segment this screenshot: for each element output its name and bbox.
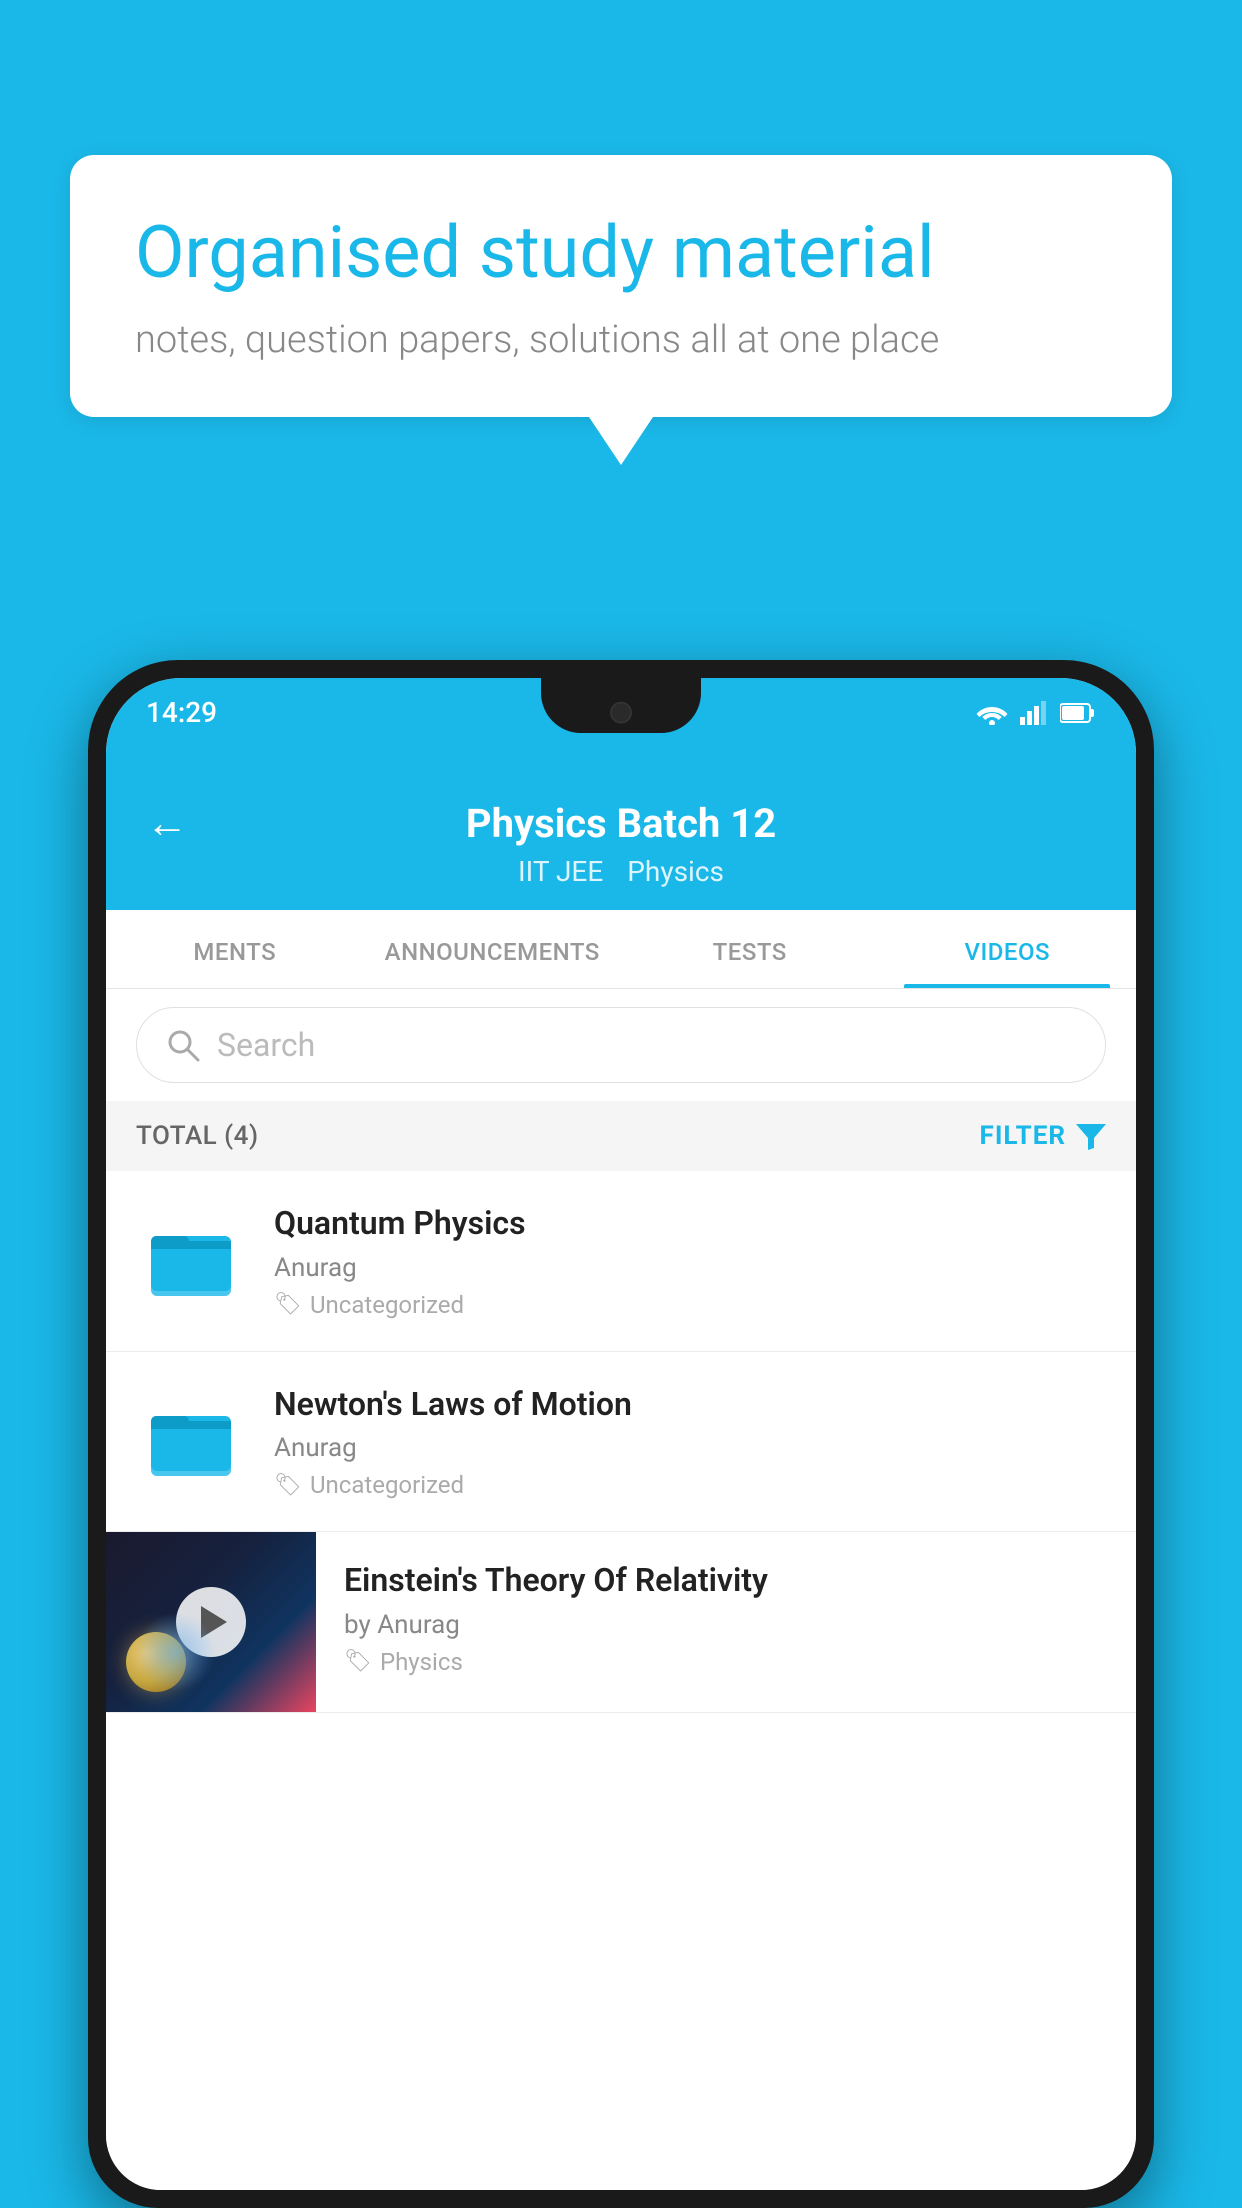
bubble-title: Organised study material (135, 210, 1107, 296)
speech-bubble-card: Organised study material notes, question… (70, 155, 1172, 417)
back-button[interactable]: ← (146, 799, 188, 848)
video-tags-einstein: 🏷 Physics (344, 1648, 1108, 1676)
video-author-newton: Anurag (274, 1433, 1106, 1463)
header-top: ← Physics Batch 12 (146, 800, 1096, 847)
tag-icon: 🏷 (274, 1292, 302, 1317)
search-icon (165, 1027, 201, 1063)
status-time: 14:29 (146, 696, 217, 729)
list-item[interactable]: Newton's Laws of Motion Anurag 🏷 Uncateg… (106, 1352, 1136, 1533)
video-author-einstein: by Anurag (344, 1610, 1108, 1640)
tag-icon: 🏷 (274, 1473, 302, 1498)
list-item[interactable]: Quantum Physics Anurag 🏷 Uncategorized (106, 1171, 1136, 1352)
search-box[interactable]: Search (136, 1007, 1106, 1083)
tab-videos[interactable]: VIDEOS (879, 910, 1137, 988)
tab-announcements[interactable]: ANNOUNCEMENTS (364, 910, 622, 988)
folder-icon (146, 1216, 236, 1306)
video-list: Quantum Physics Anurag 🏷 Uncategorized (106, 1171, 1136, 2190)
phone-screen: 14:29 (106, 678, 1136, 2190)
phone-notch (541, 678, 701, 733)
tab-ments[interactable]: MENTS (106, 910, 364, 988)
status-icons (976, 701, 1096, 725)
total-count: TOTAL (4) (136, 1121, 259, 1151)
video-thumbnail-einstein (106, 1532, 316, 1712)
video-title-einstein: Einstein's Theory Of Relativity (344, 1560, 1108, 1602)
tag-icon: 🏷 (344, 1649, 372, 1674)
tabs-bar: MENTS ANNOUNCEMENTS TESTS VIDEOS (106, 910, 1136, 989)
phone-outer-shell: 14:29 (88, 660, 1154, 2208)
list-item[interactable]: Einstein's Theory Of Relativity by Anura… (106, 1532, 1136, 1713)
bubble-subtitle: notes, question papers, solutions all at… (135, 318, 1107, 362)
header-tag-iitjee: IIT JEE (518, 855, 603, 888)
video-tag-newton: Uncategorized (310, 1471, 464, 1499)
filter-label: FILTER (980, 1121, 1066, 1151)
folder-thumbnail-newton (136, 1386, 246, 1496)
video-title-quantum: Quantum Physics (274, 1203, 1106, 1245)
wifi-icon (976, 701, 1008, 725)
glow-graphic (136, 1612, 216, 1692)
header-tags: IIT JEE Physics (518, 855, 724, 888)
video-info-einstein: Einstein's Theory Of Relativity by Anura… (316, 1532, 1136, 1704)
video-author-quantum: Anurag (274, 1253, 1106, 1283)
app-header: ← Physics Batch 12 IIT JEE Physics (106, 778, 1136, 910)
speech-bubble-tail (589, 417, 653, 465)
folder-icon (146, 1396, 236, 1486)
tab-tests[interactable]: TESTS (621, 910, 879, 988)
filter-bar: TOTAL (4) FILTER (106, 1101, 1136, 1171)
header-tag-physics: Physics (627, 855, 724, 888)
search-container: Search (106, 989, 1136, 1101)
signal-icon (1020, 701, 1048, 725)
search-placeholder: Search (217, 1026, 315, 1064)
filter-button[interactable]: FILTER (980, 1121, 1106, 1151)
video-title-newton: Newton's Laws of Motion (274, 1384, 1106, 1426)
phone-mockup: 14:29 (88, 660, 1154, 2208)
video-info-quantum: Quantum Physics Anurag 🏷 Uncategorized (274, 1203, 1106, 1319)
notch-camera (610, 701, 632, 723)
battery-icon (1060, 702, 1096, 724)
video-tags-newton: 🏷 Uncategorized (274, 1471, 1106, 1499)
filter-icon (1076, 1122, 1106, 1150)
page-title: Physics Batch 12 (466, 800, 776, 847)
video-tags-quantum: 🏷 Uncategorized (274, 1291, 1106, 1319)
phone-top-bar: 14:29 (106, 678, 1136, 778)
speech-bubble-section: Organised study material notes, question… (70, 155, 1172, 465)
folder-thumbnail-quantum (136, 1206, 246, 1316)
video-tag-einstein: Physics (380, 1648, 463, 1676)
video-info-newton: Newton's Laws of Motion Anurag 🏷 Uncateg… (274, 1384, 1106, 1500)
video-tag-quantum: Uncategorized (310, 1291, 464, 1319)
